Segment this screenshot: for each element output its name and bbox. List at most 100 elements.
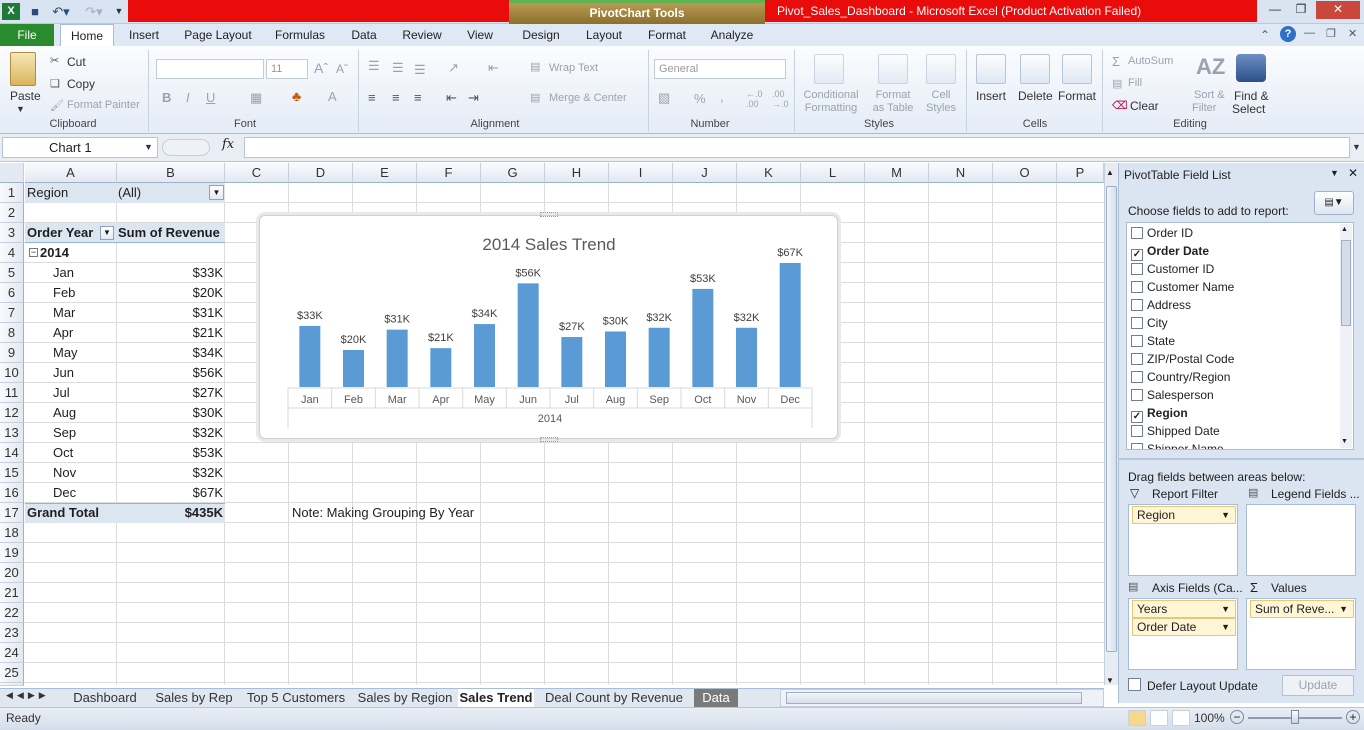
column-header[interactable]: E bbox=[353, 163, 417, 183]
align-middle-icon[interactable]: ☰ bbox=[392, 60, 404, 76]
customize-qat-icon[interactable]: ▼ bbox=[112, 3, 126, 20]
month-revenue[interactable]: $53K bbox=[118, 443, 223, 463]
paste-button[interactable]: Paste bbox=[10, 89, 41, 103]
text-direction-icon[interactable]: ⇤ bbox=[488, 60, 499, 76]
zoom-slider-thumb[interactable] bbox=[1291, 710, 1299, 724]
tab-page-layout[interactable]: Page Layout bbox=[180, 24, 256, 46]
page-layout-view-icon[interactable] bbox=[1150, 710, 1168, 726]
year-label[interactable]: 2014 bbox=[40, 243, 69, 263]
tab-insert[interactable]: Insert bbox=[120, 24, 168, 46]
font-color-icon[interactable]: A bbox=[328, 89, 337, 104]
bar-dec[interactable] bbox=[779, 263, 801, 387]
row-header[interactable]: 14 bbox=[0, 443, 24, 463]
row-header[interactable]: 21 bbox=[0, 583, 24, 603]
row-header[interactable]: 4 bbox=[0, 243, 24, 263]
month-revenue[interactable]: $21K bbox=[118, 323, 223, 343]
sheet-tab[interactable]: Sales Trend bbox=[458, 689, 534, 707]
row-header[interactable]: 11 bbox=[0, 383, 24, 403]
column-header[interactable]: D bbox=[289, 163, 353, 183]
redo-icon[interactable]: ↷▾ bbox=[80, 3, 108, 20]
row-header[interactable]: 6 bbox=[0, 283, 24, 303]
column-header[interactable]: O bbox=[993, 163, 1057, 183]
row-header[interactable]: 1 bbox=[0, 183, 24, 203]
field-checkbox[interactable] bbox=[1131, 227, 1143, 239]
bar-nov[interactable] bbox=[736, 327, 757, 387]
field-scroll-down-icon[interactable]: ▼ bbox=[1341, 438, 1348, 445]
field-checkbox[interactable] bbox=[1131, 281, 1143, 293]
format-as-table-icon[interactable] bbox=[878, 54, 908, 84]
autosum-button[interactable]: AutoSum bbox=[1128, 55, 1173, 67]
tab-format[interactable]: Format bbox=[640, 24, 694, 46]
field-item[interactable]: Country/Region bbox=[1131, 368, 1234, 386]
format-as-table-button[interactable]: Format bbox=[870, 89, 916, 101]
field-checkbox[interactable] bbox=[1131, 263, 1143, 275]
row-header[interactable]: 26 bbox=[0, 683, 24, 686]
field-item[interactable]: Salesperson bbox=[1131, 386, 1234, 404]
align-bottom-icon[interactable]: ☰ bbox=[414, 62, 426, 78]
field-checkbox[interactable] bbox=[1131, 317, 1143, 329]
chart-resize-handle-top[interactable] bbox=[540, 212, 558, 217]
scroll-up-icon[interactable]: ▲ bbox=[1106, 168, 1114, 177]
bar-jul[interactable] bbox=[561, 337, 583, 387]
grow-font-icon[interactable]: Aˆ bbox=[314, 60, 328, 76]
field-item[interactable]: Order ID bbox=[1131, 224, 1234, 242]
pivot-chart[interactable]: 2014 Sales Trend $33K Jan $20K Feb $31K Mar $2… bbox=[259, 215, 838, 439]
update-button[interactable]: Update bbox=[1282, 675, 1354, 696]
undo-icon[interactable]: ↶▾ bbox=[48, 3, 74, 20]
defer-layout-checkbox[interactable] bbox=[1128, 678, 1141, 691]
month-revenue[interactable]: $56K bbox=[118, 363, 223, 383]
field-list-layout-icon[interactable]: ▤▼ bbox=[1314, 191, 1354, 215]
column-header[interactable]: M bbox=[865, 163, 929, 183]
axis-pill-order-date[interactable]: Order Date ▼ bbox=[1132, 618, 1236, 636]
paste-dropdown-icon[interactable]: ▼ bbox=[16, 104, 25, 114]
tab-file[interactable]: File bbox=[0, 24, 54, 46]
field-checkbox[interactable] bbox=[1131, 443, 1143, 449]
bar-jun[interactable] bbox=[517, 283, 539, 387]
align-center-icon[interactable]: ≡ bbox=[392, 90, 400, 105]
field-item[interactable]: City bbox=[1131, 314, 1234, 332]
formula-input[interactable] bbox=[244, 137, 1350, 158]
row-header[interactable]: 17 bbox=[0, 503, 24, 523]
row-header[interactable]: 18 bbox=[0, 523, 24, 543]
month-label[interactable]: Feb bbox=[53, 283, 75, 303]
field-item[interactable]: Shipper Name bbox=[1131, 440, 1234, 449]
month-revenue[interactable]: $67K bbox=[118, 483, 223, 503]
month-revenue[interactable]: $33K bbox=[118, 263, 223, 283]
zoom-out-icon[interactable]: − bbox=[1230, 710, 1244, 724]
month-revenue[interactable]: $31K bbox=[118, 303, 223, 323]
sheet-tab[interactable]: Deal Count by Revenue bbox=[534, 689, 694, 707]
find-select-button[interactable]: Find & bbox=[1234, 89, 1269, 103]
field-list-scroll-thumb[interactable] bbox=[1341, 240, 1351, 326]
column-header[interactable]: F bbox=[417, 163, 481, 183]
insert-function-icon[interactable]: fx bbox=[222, 137, 234, 152]
wb-minimize-icon[interactable]: — bbox=[1304, 27, 1315, 39]
insert-cells-button[interactable]: Insert bbox=[976, 89, 1006, 103]
month-label[interactable]: Dec bbox=[53, 483, 76, 503]
field-item[interactable]: ✓ Region bbox=[1131, 404, 1234, 423]
column-header[interactable]: L bbox=[801, 163, 865, 183]
find-select-icon[interactable] bbox=[1236, 54, 1266, 82]
row-header[interactable]: 19 bbox=[0, 543, 24, 563]
font-name-combo[interactable] bbox=[156, 59, 264, 79]
bar-apr[interactable] bbox=[430, 348, 452, 387]
sheet-nav-icons[interactable]: ◀◀▶▶ bbox=[6, 690, 50, 701]
comma-style-icon[interactable]: , bbox=[720, 89, 724, 104]
delete-cells-button[interactable]: Delete bbox=[1018, 89, 1053, 103]
row-header[interactable]: 22 bbox=[0, 603, 24, 623]
align-left-icon[interactable]: ≡ bbox=[368, 90, 376, 105]
month-revenue[interactable]: $27K bbox=[118, 383, 223, 403]
month-label[interactable]: Apr bbox=[53, 323, 73, 343]
pane-splitter[interactable] bbox=[1118, 458, 1364, 460]
delete-cells-icon[interactable] bbox=[1020, 54, 1050, 84]
field-checkbox[interactable] bbox=[1131, 353, 1143, 365]
restore-icon[interactable]: ❐ bbox=[1288, 1, 1314, 17]
column-header[interactable]: I bbox=[609, 163, 673, 183]
column-header[interactable]: N bbox=[929, 163, 993, 183]
field-checkbox[interactable] bbox=[1131, 299, 1143, 311]
note-cell[interactable]: Note: Making Grouping By Year bbox=[292, 503, 474, 523]
collapse-icon[interactable]: − bbox=[29, 248, 38, 257]
field-checkbox[interactable] bbox=[1131, 425, 1143, 437]
month-label[interactable]: Jan bbox=[53, 263, 74, 283]
row-header[interactable]: 8 bbox=[0, 323, 24, 343]
row-header[interactable]: 15 bbox=[0, 463, 24, 483]
